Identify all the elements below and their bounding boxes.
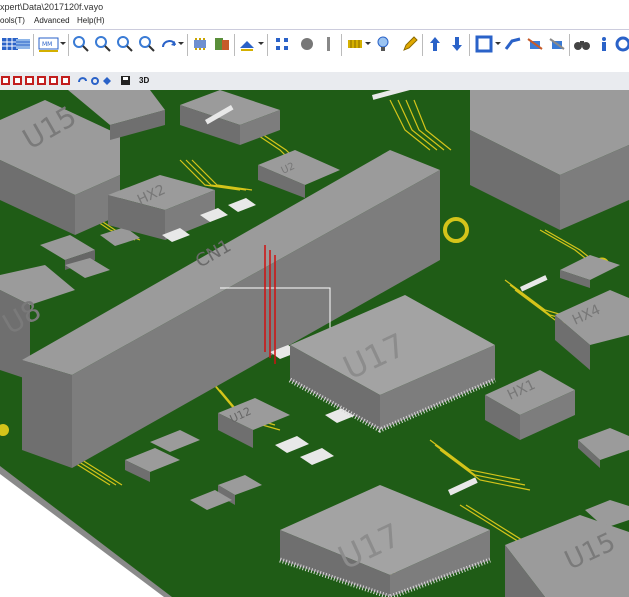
binoculars-icon[interactable] [572,34,592,54]
board-outline-icon[interactable] [474,34,494,54]
layer-silk-icon[interactable] [13,75,23,86]
dropdown-arrow-icon[interactable] [257,34,265,54]
view-reset-icon[interactable] [90,75,100,86]
menu-help[interactable]: Help(H) [77,16,105,25]
route-icon[interactable] [503,34,523,54]
toolbar-spacer [0,60,629,72]
save-icon[interactable] [121,75,131,86]
info-icon[interactable] [594,34,614,54]
paint-layer-icon[interactable] [237,34,257,54]
svg-text:MM: MM [42,41,52,48]
main-toolbar: MM [0,29,629,61]
view-toolbar: 3D [0,72,629,91]
layer-bottom-icon[interactable] [61,75,71,86]
pcb-3d-viewport[interactable]: U15 U8 HX2 U2 CN1 U17 HX4 HX1 U12 U17 U1… [0,90,629,597]
zoom-fit-icon[interactable] [137,34,157,54]
view-flip-icon[interactable] [102,75,112,86]
menu-advanced[interactable]: Advanced [34,16,70,25]
library-icon[interactable] [212,34,232,54]
component-place-icon[interactable] [525,34,545,54]
window-title-bar: xpert\Data\2017120f.vayo [0,0,629,14]
zoom-in-icon[interactable] [71,34,91,54]
line-icon[interactable] [318,34,338,54]
window-title: xpert\Data\2017120f.vayo [0,2,104,12]
zoom-area-icon[interactable] [115,34,135,54]
settings-icon[interactable] [613,34,629,54]
connector-icon[interactable] [345,34,365,54]
layer-top-icon[interactable] [1,75,11,86]
view-rotate-icon[interactable] [78,75,88,86]
select-pins-icon[interactable] [272,34,292,54]
dropdown-arrow-icon[interactable] [364,34,372,54]
menu-tools[interactable]: ools(T) [0,16,25,25]
menu-bar: ools(T) Advanced Help(H) [0,14,629,28]
layer-copper-icon[interactable] [49,75,59,86]
dropdown-arrow-icon[interactable] [494,34,502,54]
units-mm-icon[interactable]: MM [38,34,60,54]
zoom-out-icon[interactable] [93,34,113,54]
view-3d-button[interactable]: 3D [139,76,149,85]
arrow-up-icon[interactable] [425,34,445,54]
component-icon[interactable] [190,34,210,54]
bulb-icon[interactable] [373,34,393,54]
pcb-3d-view[interactable]: U15 U8 HX2 U2 CN1 U17 HX4 HX1 U12 U17 U1… [0,90,629,597]
circle-icon[interactable] [297,34,317,54]
rotate-view-icon[interactable] [159,34,179,54]
layer-mask-icon[interactable] [37,75,47,86]
arrow-down-icon[interactable] [447,34,467,54]
dropdown-arrow-icon[interactable] [59,34,67,54]
pencil-icon[interactable] [400,34,420,54]
component-move-icon[interactable] [547,34,567,54]
layer-stack-icon[interactable] [13,34,33,54]
layer-paste-icon[interactable] [25,75,35,86]
dropdown-arrow-icon[interactable] [177,34,185,54]
